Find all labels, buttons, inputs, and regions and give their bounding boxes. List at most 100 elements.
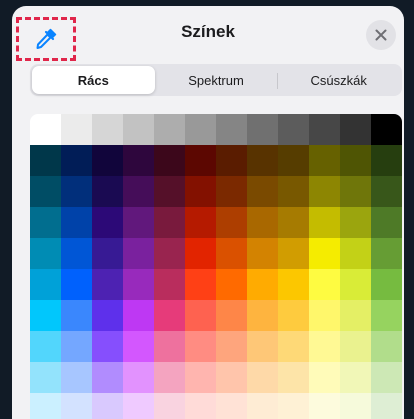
color-swatch[interactable]: [154, 238, 185, 269]
color-swatch[interactable]: [30, 207, 61, 238]
color-swatch[interactable]: [216, 176, 247, 207]
color-swatch[interactable]: [61, 300, 92, 331]
color-swatch[interactable]: [92, 362, 123, 393]
color-swatch[interactable]: [30, 362, 61, 393]
tab-grid[interactable]: Rács: [32, 66, 155, 94]
color-swatch[interactable]: [123, 207, 154, 238]
color-swatch[interactable]: [185, 145, 216, 176]
color-swatch[interactable]: [185, 176, 216, 207]
color-swatch[interactable]: [123, 300, 154, 331]
color-swatch[interactable]: [30, 393, 61, 419]
color-swatch[interactable]: [340, 145, 371, 176]
color-swatch[interactable]: [278, 269, 309, 300]
color-swatch[interactable]: [309, 300, 340, 331]
color-swatch[interactable]: [340, 331, 371, 362]
color-swatch[interactable]: [371, 176, 402, 207]
color-swatch[interactable]: [30, 238, 61, 269]
color-swatch[interactable]: [216, 362, 247, 393]
color-swatch[interactable]: [30, 145, 61, 176]
color-swatch[interactable]: [61, 207, 92, 238]
color-swatch[interactable]: [154, 114, 185, 145]
color-swatch[interactable]: [278, 145, 309, 176]
color-swatch[interactable]: [123, 393, 154, 419]
color-swatch[interactable]: [371, 362, 402, 393]
color-swatch[interactable]: [278, 114, 309, 145]
color-swatch[interactable]: [247, 145, 278, 176]
color-swatch[interactable]: [154, 207, 185, 238]
color-swatch[interactable]: [123, 269, 154, 300]
color-swatch[interactable]: [61, 393, 92, 419]
color-swatch[interactable]: [61, 331, 92, 362]
color-swatch[interactable]: [30, 269, 61, 300]
tab-sliders[interactable]: Csúszkák: [277, 66, 400, 94]
color-swatch[interactable]: [185, 300, 216, 331]
color-swatch[interactable]: [309, 362, 340, 393]
color-swatch[interactable]: [309, 331, 340, 362]
color-swatch[interactable]: [216, 300, 247, 331]
color-swatch[interactable]: [61, 176, 92, 207]
color-swatch[interactable]: [123, 331, 154, 362]
color-swatch[interactable]: [154, 269, 185, 300]
color-swatch[interactable]: [340, 238, 371, 269]
color-swatch[interactable]: [92, 269, 123, 300]
color-swatch[interactable]: [123, 114, 154, 145]
color-swatch[interactable]: [61, 114, 92, 145]
color-swatch[interactable]: [216, 207, 247, 238]
tab-spectrum[interactable]: Spektrum: [155, 66, 278, 94]
color-swatch[interactable]: [92, 300, 123, 331]
color-swatch[interactable]: [61, 238, 92, 269]
color-swatch[interactable]: [61, 362, 92, 393]
color-swatch[interactable]: [92, 176, 123, 207]
color-swatch[interactable]: [371, 114, 402, 145]
color-swatch[interactable]: [154, 331, 185, 362]
color-swatch[interactable]: [216, 393, 247, 419]
color-swatch[interactable]: [371, 393, 402, 419]
color-swatch[interactable]: [247, 207, 278, 238]
color-swatch[interactable]: [92, 145, 123, 176]
color-swatch[interactable]: [123, 362, 154, 393]
color-swatch[interactable]: [247, 269, 278, 300]
color-swatch[interactable]: [247, 176, 278, 207]
color-swatch[interactable]: [216, 145, 247, 176]
color-swatch[interactable]: [185, 269, 216, 300]
color-swatch[interactable]: [185, 238, 216, 269]
close-button[interactable]: [366, 20, 396, 50]
color-swatch[interactable]: [371, 207, 402, 238]
color-swatch[interactable]: [247, 331, 278, 362]
color-swatch[interactable]: [247, 300, 278, 331]
color-swatch[interactable]: [371, 331, 402, 362]
color-swatch[interactable]: [278, 331, 309, 362]
color-swatch[interactable]: [216, 238, 247, 269]
color-swatch[interactable]: [216, 331, 247, 362]
color-swatch[interactable]: [278, 207, 309, 238]
color-swatch[interactable]: [309, 393, 340, 419]
color-swatch[interactable]: [216, 269, 247, 300]
color-swatch[interactable]: [247, 114, 278, 145]
color-swatch[interactable]: [371, 238, 402, 269]
color-swatch[interactable]: [123, 176, 154, 207]
color-swatch[interactable]: [154, 300, 185, 331]
color-swatch[interactable]: [123, 238, 154, 269]
color-swatch[interactable]: [247, 238, 278, 269]
color-swatch[interactable]: [309, 238, 340, 269]
color-swatch[interactable]: [30, 331, 61, 362]
color-swatch[interactable]: [185, 393, 216, 419]
color-swatch[interactable]: [154, 393, 185, 419]
color-swatch[interactable]: [309, 269, 340, 300]
color-swatch[interactable]: [278, 176, 309, 207]
color-swatch[interactable]: [92, 331, 123, 362]
color-swatch[interactable]: [185, 331, 216, 362]
color-swatch[interactable]: [92, 114, 123, 145]
color-swatch[interactable]: [340, 362, 371, 393]
color-swatch[interactable]: [123, 145, 154, 176]
color-swatch[interactable]: [340, 269, 371, 300]
color-swatch[interactable]: [185, 362, 216, 393]
color-swatch[interactable]: [92, 207, 123, 238]
color-swatch[interactable]: [309, 114, 340, 145]
color-swatch[interactable]: [30, 114, 61, 145]
color-swatch[interactable]: [371, 145, 402, 176]
color-swatch[interactable]: [92, 393, 123, 419]
color-swatch[interactable]: [92, 238, 123, 269]
color-swatch[interactable]: [185, 207, 216, 238]
color-swatch[interactable]: [154, 145, 185, 176]
